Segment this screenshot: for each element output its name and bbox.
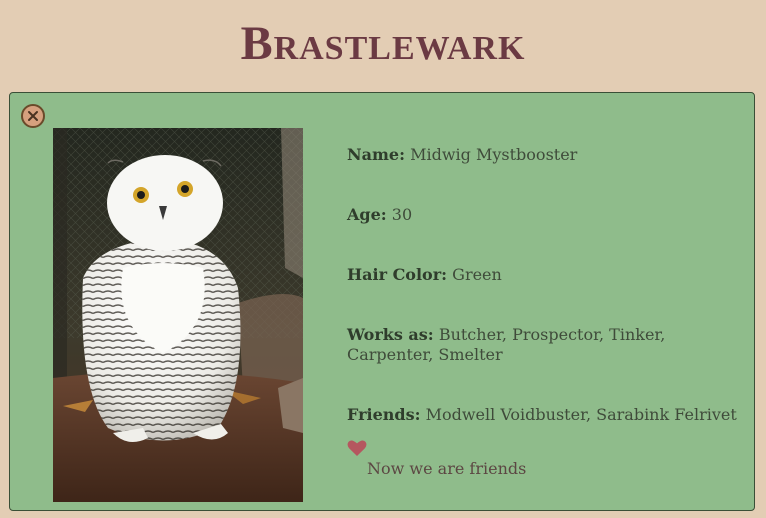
app-title: Brastlewark	[240, 17, 526, 70]
hair-color-label: Hair Color:	[347, 265, 448, 284]
profile-photo	[53, 128, 303, 502]
hair-color-field: Hair Color: Green	[347, 265, 739, 285]
age-label: Age:	[347, 205, 387, 224]
heart-icon[interactable]	[347, 439, 367, 457]
name-label: Name:	[347, 145, 406, 164]
hair-color-value: Green	[452, 265, 502, 284]
works-as-field: Works as: Butcher, Prospector, Tinker, C…	[347, 325, 739, 365]
owl-image	[53, 128, 303, 502]
profile-card: Name: Midwig Mystbooster Age: 30 Hair Co…	[9, 92, 755, 511]
friendship-status: Now we are friends	[367, 459, 527, 478]
friends-value: Modwell Voidbuster, Sarabink Felrivet	[425, 405, 737, 424]
friendship-row: Now we are friends	[347, 439, 739, 483]
friends-label: Friends:	[347, 405, 421, 424]
name-field: Name: Midwig Mystbooster	[347, 145, 739, 165]
close-button[interactable]	[21, 104, 45, 128]
friends-field: Friends: Modwell Voidbuster, Sarabink Fe…	[347, 405, 739, 425]
age-value: 30	[391, 205, 413, 224]
close-x-icon	[28, 111, 38, 121]
age-field: Age: 30	[347, 205, 739, 225]
name-value: Midwig Mystbooster	[410, 145, 578, 164]
works-as-label: Works as:	[347, 325, 434, 344]
profile-details: Name: Midwig Mystbooster Age: 30 Hair Co…	[347, 145, 739, 483]
